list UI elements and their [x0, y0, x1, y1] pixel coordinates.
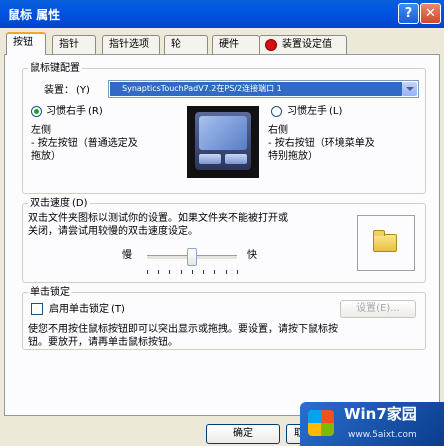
right-side-desc-1: - 按右按钮（环境菜单及: [268, 138, 375, 149]
click-lock-legend: 单击锁定: [28, 286, 72, 299]
double-click-legend: 双击速度 (D): [28, 197, 90, 210]
tab-pointers[interactable]: 指针: [52, 35, 96, 54]
right-hand-radio[interactable]: [31, 106, 42, 117]
watermark-brand: Win7家园: [344, 405, 417, 423]
double-click-desc-1: 双击文件夹图标以测试你的设置。如果文件夹不能被打开或: [28, 213, 288, 224]
tab-device-settings[interactable]: 装置设定值: [259, 35, 347, 54]
title-bar: [0, 0, 444, 28]
double-click-desc-2: 关闭，请尝试用较慢的双击速度设定。: [28, 226, 198, 237]
tab-device-settings-label: 装置设定值: [282, 39, 332, 50]
slow-label: 慢: [122, 250, 132, 261]
button-config-legend: 鼠标键配置: [28, 62, 82, 75]
synaptics-icon: [265, 39, 277, 51]
right-side-desc-2: 特别拖放）: [268, 151, 318, 162]
window-title: 鼠标 属性: [8, 8, 61, 22]
chevron-down-icon[interactable]: [402, 82, 417, 96]
folder-icon[interactable]: [373, 230, 397, 252]
left-hand-radio[interactable]: [271, 106, 282, 117]
watermark: Win7家园 www.5aixt.com: [300, 402, 444, 446]
right-hand-label: 习惯右手 (R): [46, 106, 103, 117]
tab-pointer-options[interactable]: 指针选项: [102, 35, 160, 54]
device-label: 装置： (Y): [44, 85, 90, 96]
touchpad-icon: [187, 106, 259, 178]
device-select[interactable]: SynapticsTouchPadV7.2在PS/2连接端口 1: [108, 80, 419, 98]
device-select-value: SynapticsTouchPadV7.2在PS/2连接端口 1: [110, 82, 402, 96]
click-lock-settings-button[interactable]: 设置(E)...: [340, 300, 416, 318]
speed-slider-ticks: [147, 270, 239, 274]
tab-hardware[interactable]: 硬件: [212, 35, 260, 54]
windows-logo-icon: [308, 410, 334, 436]
click-lock-desc-1: 使您不用按住鼠标按钮即可以突出显示或拖拽。要设置，请按下鼠标按: [28, 324, 338, 335]
test-area[interactable]: [357, 215, 415, 271]
left-side-desc-1: - 按左按钮（普通选定及: [31, 138, 138, 149]
watermark-url: www.5aixt.com: [348, 430, 417, 440]
help-button[interactable]: ?: [398, 3, 419, 24]
tab-buttons[interactable]: 按钮: [6, 32, 46, 55]
tab-wheel[interactable]: 轮: [164, 35, 208, 54]
left-side-desc-2: 拖放）: [31, 151, 61, 162]
click-lock-checkbox[interactable]: [31, 303, 43, 315]
right-side-title: 右侧: [268, 125, 288, 136]
click-lock-label: 启用单击锁定 (T): [49, 304, 125, 315]
left-side-title: 左侧: [31, 125, 51, 136]
speed-slider-thumb[interactable]: [187, 248, 197, 266]
click-lock-desc-2: 钮。要放开，请再单击鼠标按钮。: [28, 337, 178, 348]
fast-label: 快: [247, 250, 257, 261]
ok-button[interactable]: 确定: [206, 424, 280, 444]
close-button[interactable]: ✕: [420, 3, 441, 24]
left-hand-label: 习惯左手 (L): [287, 106, 343, 117]
